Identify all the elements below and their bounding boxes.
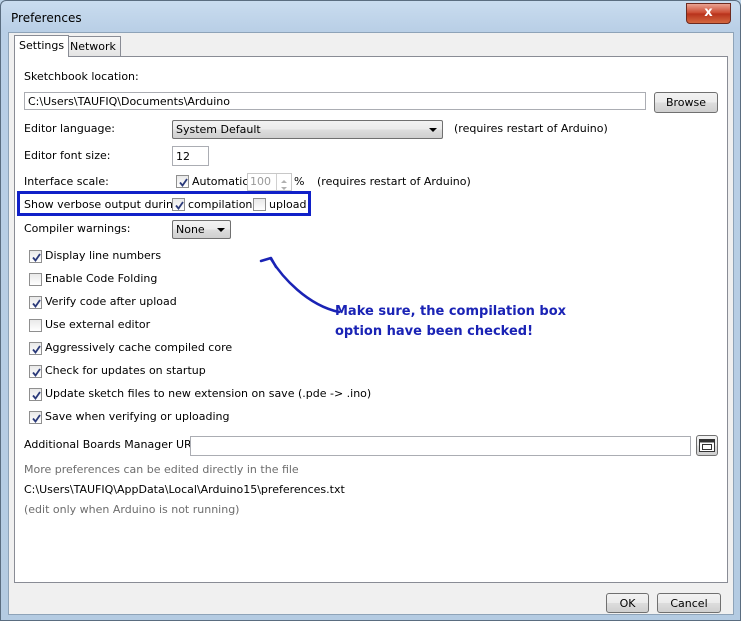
editor-language-select[interactable]: System Default <box>172 120 443 139</box>
option-checkbox-display-line-numbers[interactable] <box>29 250 42 263</box>
automatic-checkbox[interactable] <box>176 175 189 188</box>
browse-button[interactable]: Browse <box>654 92 718 113</box>
boards-urls-edit-button[interactable] <box>696 435 718 456</box>
dialog-client-area: Settings Network Sketchbook location: C:… <box>8 32 734 615</box>
font-size-input[interactable]: 12 <box>172 146 209 166</box>
check-icon <box>32 414 41 423</box>
option-checkbox-enable-code-folding[interactable] <box>29 273 42 286</box>
option-checkbox-verify-after-upload[interactable] <box>29 296 42 309</box>
annotation-line-2: option have been checked! <box>335 324 534 339</box>
prefs-file-path: C:\Users\TAUFIQ\AppData\Local\Arduino15\… <box>24 483 345 496</box>
option-checkbox-cache-compiled-core[interactable] <box>29 342 42 355</box>
compiler-warnings-value: None <box>176 223 205 236</box>
boards-urls-label: Additional Boards Manager URLs: <box>24 438 208 451</box>
percent-sign: % <box>294 175 305 188</box>
check-icon <box>32 299 41 308</box>
compiler-warnings-select[interactable]: None <box>172 220 231 239</box>
check-icon <box>179 178 188 187</box>
check-icon <box>32 391 41 400</box>
option-checkbox-update-extension[interactable] <box>29 388 42 401</box>
boards-urls-input[interactable] <box>190 436 691 456</box>
settings-panel: Sketchbook location: C:\Users\TAUFIQ\Doc… <box>14 56 728 583</box>
close-button[interactable]: x <box>686 3 731 24</box>
annotation-arrow <box>259 256 341 314</box>
option-checkbox-save-when-verifying[interactable] <box>29 411 42 424</box>
cancel-button[interactable]: Cancel <box>657 593 721 613</box>
option-label: Aggressively cache compiled core <box>45 341 233 354</box>
annotation-text: Make sure, the compilation box option ha… <box>335 302 566 342</box>
option-label: Use external editor <box>45 318 151 331</box>
chevron-down-icon <box>217 228 225 232</box>
option-label: Enable Code Folding <box>45 272 158 285</box>
option-label: Check for updates on startup <box>45 364 206 377</box>
tab-network[interactable]: Network <box>65 36 121 56</box>
more-prefs-text: More preferences can be edited directly … <box>24 463 299 476</box>
editor-language-label: Editor language: <box>24 122 115 135</box>
tab-settings[interactable]: Settings <box>14 35 70 57</box>
option-label: Verify code after upload <box>45 295 177 308</box>
editor-language-note: (requires restart of Arduino) <box>454 122 608 135</box>
option-label: Save when verifying or uploading <box>45 410 230 423</box>
check-icon <box>32 345 41 354</box>
scale-value: 100 <box>250 175 271 188</box>
title-bar[interactable]: Preferences x <box>1 1 740 33</box>
check-icon <box>32 253 41 262</box>
edit-note: (edit only when Arduino is not running) <box>24 503 240 516</box>
spin-down-icon <box>277 182 291 190</box>
spinner-buttons <box>276 174 291 190</box>
window-title: Preferences <box>11 11 82 25</box>
window-edit-icon <box>699 439 715 452</box>
sketchbook-label: Sketchbook location: <box>24 70 139 83</box>
scale-note: (requires restart of Arduino) <box>317 175 471 188</box>
chevron-down-icon <box>429 128 437 132</box>
compiler-warnings-label: Compiler warnings: <box>24 222 131 235</box>
preferences-window: Preferences x Settings Network Sketchboo… <box>0 0 741 621</box>
font-size-label: Editor font size: <box>24 149 111 162</box>
option-label: Display line numbers <box>45 249 162 262</box>
option-checkbox-use-external-editor[interactable] <box>29 319 42 332</box>
check-icon <box>32 368 41 377</box>
sketchbook-input[interactable]: C:\Users\TAUFIQ\Documents\Arduino <box>24 92 646 110</box>
verbose-highlight-box <box>17 191 311 216</box>
annotation-line-1: Make sure, the compilation box <box>335 304 567 319</box>
option-checkbox-check-updates[interactable] <box>29 365 42 378</box>
ok-button[interactable]: OK <box>606 593 649 613</box>
scale-spinner: 100 <box>247 173 292 191</box>
automatic-label: Automatic <box>192 175 249 188</box>
editor-language-value: System Default <box>176 123 261 136</box>
interface-scale-label: Interface scale: <box>24 175 109 188</box>
spin-up-icon <box>277 174 291 183</box>
option-label: Update sketch files to new extension on … <box>45 387 372 400</box>
